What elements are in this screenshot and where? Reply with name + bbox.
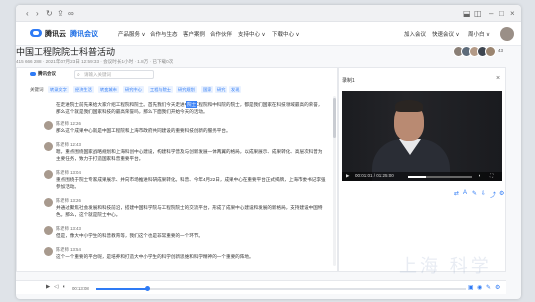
avatar [44,226,53,235]
avatar [44,247,53,256]
meeting-meta: 415 666 288 · 2021年07月23日 12:59:33 · 会议时… [16,59,174,64]
video-play-icon[interactable]: ▶ [346,173,349,179]
transcript-app-logo: 腾讯会议 [30,71,56,77]
recording-title: 录制1 [342,78,355,84]
nav-download[interactable]: 下载中心 ∨ [272,30,300,38]
search-icon: ⌕ [77,72,80,78]
settings-icon[interactable]: ⚙ [495,284,500,291]
link-icon[interactable]: ∞ [68,8,74,19]
extension-icon[interactable]: ◫ [474,8,482,19]
transcript-scroll-thumb[interactable] [333,98,336,138]
site-header: 腾讯云 腾讯会议 产品服务 ∨ 合作与生态 客户案例 合作伙伴 支持中心 ∨ 下… [16,22,521,46]
keyword-tag[interactable]: 经济生活 [73,86,94,93]
minimize-icon[interactable]: – [489,8,493,19]
keyword-tag[interactable]: 国家 [201,86,214,93]
share-icon[interactable]: ⇪ [57,8,64,19]
play-icon[interactable]: ▶ [46,284,50,290]
video-volume-icon[interactable]: ◖ [478,173,481,178]
volume-icon[interactable]: ◖ [62,284,65,290]
nav-ecosystem[interactable]: 合作与生态 [150,30,178,38]
brand-tencent-meeting[interactable]: 腾讯会议 [70,29,98,39]
settings-icon[interactable]: ⚙ [499,190,504,197]
join-meeting-link[interactable]: 加入会议 [404,30,426,38]
user-menu[interactable]: 周小白 ∨ [468,30,490,38]
playback-progress[interactable] [96,286,466,291]
keyword-tag[interactable]: 转变城市 [98,86,119,93]
browser-toolbar: ‹ › ↻ ⇪ ∞ ⬓ ◫ – □ × [16,5,521,22]
share-icon[interactable]: ⤴ [490,190,496,199]
search-input[interactable]: ⌕ 请输入关键词 [74,70,154,79]
viewer-avatar [485,46,496,57]
avatar[interactable] [500,27,514,41]
video-controls: ▶ 00:01:01 / 01:25:00 ◖ ⛶ [342,172,502,181]
keyword-tag[interactable]: 发现 [229,86,242,93]
keyword-tag[interactable]: 工程与院士 [148,86,173,93]
tencent-cloud-logo-icon [30,29,42,37]
bookmark-icon[interactable]: ⬓ [463,8,471,19]
edit-icon[interactable]: ✎ [472,190,477,197]
watermark: 上海 科学 [399,256,492,277]
video-time: 00:01:01 / 01:25:00 [355,173,394,178]
transcript-text[interactable]: 并通过聚焦社会发展和科技前沿，搭建中国科学院与工程院院士的交流平台，形成了成果中… [56,204,326,218]
nav-support[interactable]: 支持中心 ∨ [238,30,266,38]
avatar [44,121,53,130]
nav-products[interactable]: 产品服务 ∨ [118,30,146,38]
video-progress[interactable] [408,176,472,178]
rewind-icon[interactable]: ◁ [54,284,58,290]
maximize-icon[interactable]: □ [499,8,504,19]
transcript-text[interactable]: 嗯，重点围绕国家战略规划和上海科创中心建设，构建科学普及与创新发展一体两翼的格局… [56,148,326,162]
playback-bar: ▶ ◁ ◖ 00:13:08 ▣ ◉ ✎ ⚙ [16,280,506,294]
current-time: 00:13:08 [72,286,89,291]
avatar [44,198,53,207]
refresh-icon[interactable]: ↻ [46,8,53,19]
highlighted-term: 院士 [186,101,198,108]
page-title: 中国工程院院士科普活动 [16,47,116,57]
edit-icon[interactable]: ✎ [486,284,491,291]
viewer-count: 43 [498,48,504,53]
keywords-label: 关键词 [30,87,44,92]
nav-partners[interactable]: 合作伙伴 [210,30,232,38]
close-icon[interactable]: × [510,8,515,19]
caption-icon[interactable]: ▣ [468,284,474,291]
translate-icon[interactable]: ⇄ [454,190,459,197]
keyword-tag[interactable]: 研究中心 [123,86,144,93]
download-icon[interactable]: ⇩ [481,190,486,197]
transcript-text[interactable]: 但是，像大中小学生的科普教育等，我们这个也是非常重要的一个环节。 [56,232,326,239]
playback-progress-fill [96,288,148,290]
video-player[interactable]: ▶ 00:01:01 / 01:25:00 ◖ ⛶ [342,91,502,181]
font-size-icon[interactable]: A [463,190,467,196]
search-placeholder: 请输入关键词 [84,72,111,77]
close-icon[interactable]: × [496,75,500,82]
chat-icon[interactable]: ◉ [477,284,482,291]
transcript-text[interactable]: 重点围绕于院士专家成果展示、并向市场推进科研成果转化。科普、今年4月22日，成果… [56,176,326,190]
video-progress-fill [408,176,426,178]
keyword-tag[interactable]: 研究 [215,86,228,93]
transcript-text[interactable]: 那么这个成果中心就是中国工程院和上海市政府共同建设的重要科技创新的服务平台。 [56,127,326,134]
avatar [44,170,53,179]
keyword-tag[interactable]: 研究规划 [176,86,197,93]
playback-scrubber[interactable] [145,286,151,291]
fullscreen-icon[interactable]: ⛶ [490,173,493,178]
keyword-tag[interactable]: 转录文字 [48,86,69,93]
video-speaker-hair [395,100,423,112]
nav-cases[interactable]: 客户案例 [183,30,205,38]
forward-icon[interactable]: › [36,8,39,19]
quick-meeting-menu[interactable]: 快速会议 ∨ [432,30,460,38]
transcript-text[interactable]: 这个一个重要的平台呢，是培养和打造大中小学生的科学创新思维和科学精神的一个重要的… [56,253,326,260]
brand-tencent-cloud[interactable]: 腾讯云 [45,29,66,39]
back-icon[interactable]: ‹ [26,8,29,19]
avatar [44,142,53,151]
